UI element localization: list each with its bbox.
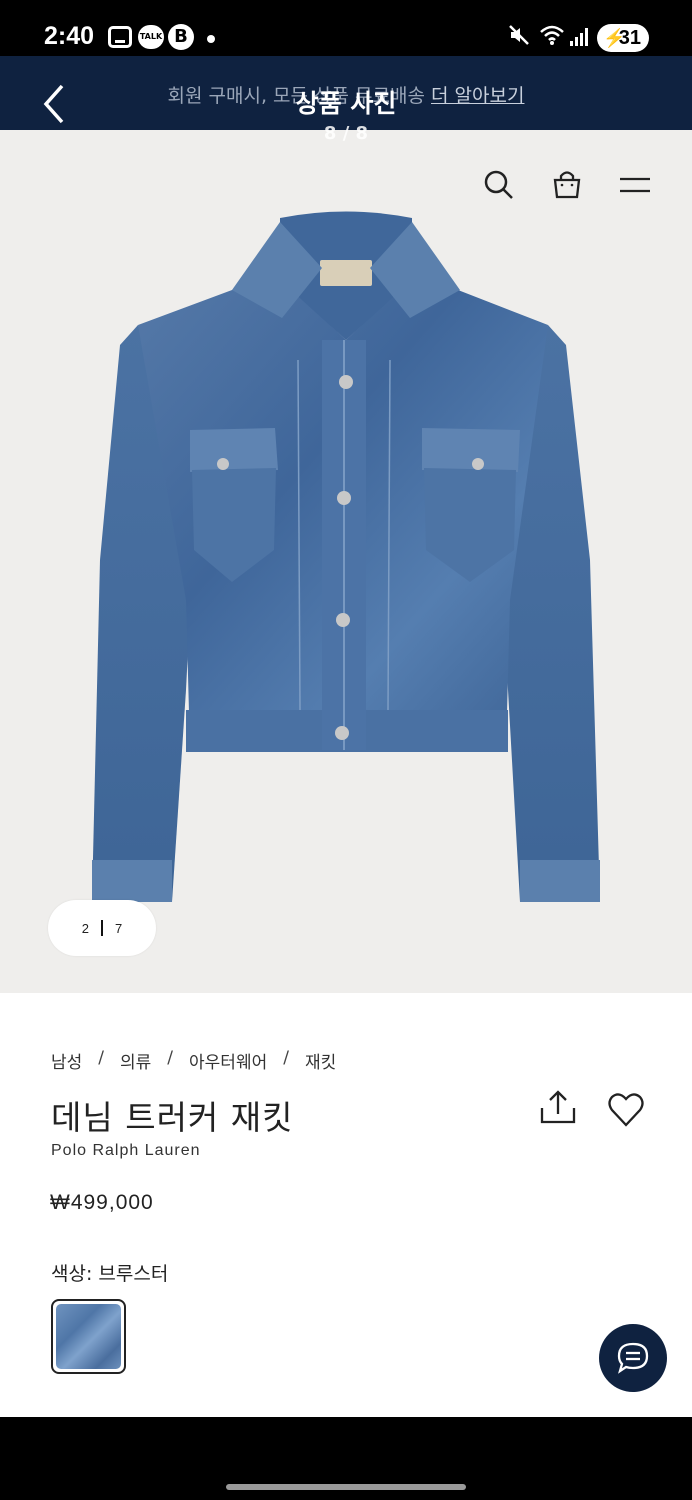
battery-indicator: ⚡ 31 <box>597 24 649 52</box>
chat-icon <box>617 1342 649 1374</box>
gallery-notification-icon <box>108 26 132 48</box>
breadcrumb: 남성 / 의류 / 아우터웨어 / 재킷 <box>51 1048 336 1073</box>
hero-toolbar <box>482 168 652 202</box>
wishlist-button[interactable] <box>606 1091 646 1129</box>
breadcrumb-separator: / <box>283 1048 289 1068</box>
breadcrumb-item[interactable]: 남성 <box>51 1048 82 1073</box>
product-image-viewer[interactable]: 2 7 <box>0 130 692 993</box>
breadcrumb-item[interactable]: 의류 <box>120 1048 151 1073</box>
system-navigation-bar <box>0 1417 692 1500</box>
menu-icon[interactable] <box>618 168 652 202</box>
search-icon[interactable] <box>482 168 516 202</box>
b-notification-icon: B <box>168 24 194 50</box>
chat-button[interactable] <box>599 1324 667 1392</box>
share-icon <box>540 1090 576 1124</box>
photo-page-counter: 8 / 8 <box>323 123 369 144</box>
more-notifications-dot-icon <box>207 35 215 43</box>
page-title: 상품 사진 <box>295 89 397 118</box>
product-image <box>92 211 600 902</box>
brand-name[interactable]: Polo Ralph Lauren <box>51 1142 201 1160</box>
color-swatch-selected[interactable] <box>51 1299 126 1374</box>
current-image-index: 2 <box>81 920 89 936</box>
shopping-bag-icon[interactable] <box>550 168 584 202</box>
mute-icon <box>508 24 530 52</box>
charging-icon: ⚡ <box>603 28 626 48</box>
talk-notification-icon: TALK <box>138 25 164 49</box>
breadcrumb-separator: / <box>167 1048 174 1068</box>
total-image-count: 7 <box>115 920 123 936</box>
share-button[interactable] <box>538 1089 578 1127</box>
status-bar: 2:40 TALK B ⚡ 31 <box>0 0 692 56</box>
product-title: 데님 트러커 재킷 <box>51 1098 294 1137</box>
heart-icon <box>608 1093 644 1127</box>
product-price: ₩499,000 <box>50 1191 154 1214</box>
color-label: 색상: 브루스터 <box>51 1263 169 1285</box>
indicator-separator <box>101 920 103 936</box>
breadcrumb-separator: / <box>98 1048 105 1068</box>
wifi-icon <box>539 24 565 52</box>
app-header: 회원 구매시, 모든 상품 무료배송 더 알아보기 상품 사진 <box>0 56 692 130</box>
image-position-indicator: 2 7 <box>48 900 156 956</box>
status-time: 2:40 <box>44 22 95 50</box>
signal-icon <box>570 28 590 46</box>
swatch-image <box>56 1304 121 1369</box>
breadcrumb-item[interactable]: 재킷 <box>305 1048 336 1073</box>
breadcrumb-item[interactable]: 아우터웨어 <box>189 1048 267 1073</box>
home-gesture-bar[interactable] <box>226 1484 466 1490</box>
product-info: 남성 / 의류 / 아우터웨어 / 재킷 데님 트러커 재킷 Polo Ralp… <box>0 993 692 1417</box>
